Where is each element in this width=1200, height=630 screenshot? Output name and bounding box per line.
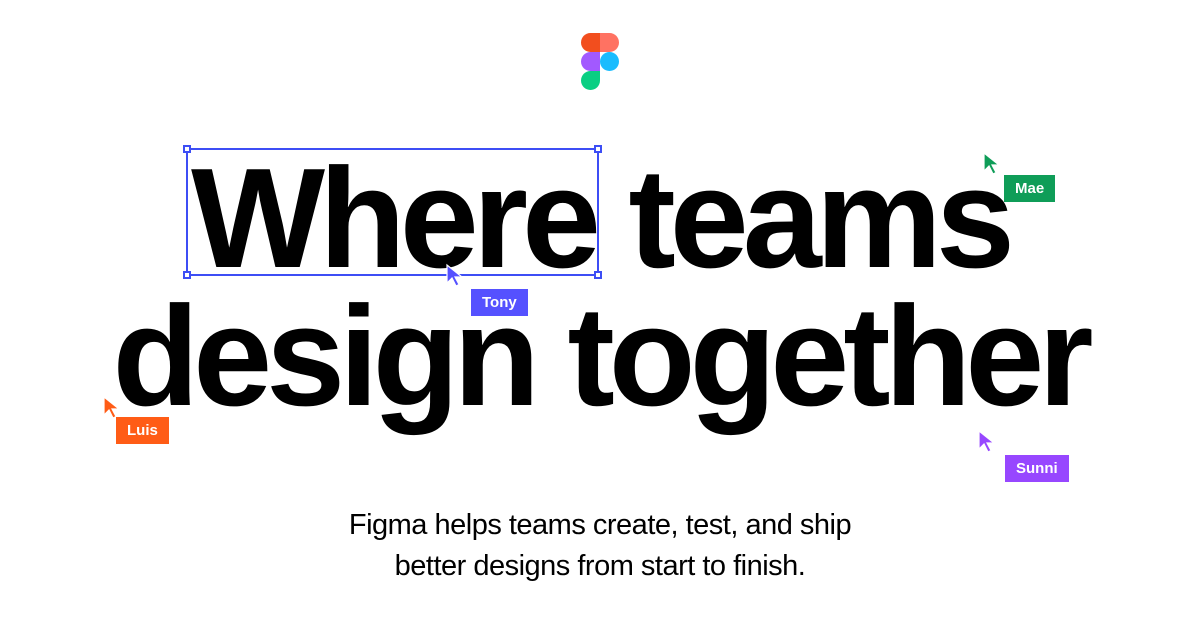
headline-word-3: design together [112, 277, 1087, 436]
subhead-line-2: better designs from start to finish. [0, 546, 1200, 587]
headline-word-1: Where [191, 139, 595, 298]
subhead-line-1: Figma helps teams create, test, and ship [0, 505, 1200, 546]
cursor-label: Luis [116, 417, 169, 444]
cursor-label: Sunni [1005, 455, 1069, 482]
cursor-icon [977, 429, 997, 453]
cursor-icon [982, 151, 1002, 175]
selection-handle-tl [183, 145, 191, 153]
figma-logo-icon [581, 33, 619, 95]
selected-word: Where [191, 150, 595, 288]
cursor-label: Mae [1004, 175, 1055, 202]
cursor-label: Tony [471, 289, 528, 316]
hero-subheadline: Figma helps teams create, test, and ship… [0, 505, 1200, 586]
selection-handle-tr [594, 145, 602, 153]
cursor-icon [445, 263, 465, 287]
headline-word-2: teams [628, 139, 1008, 298]
cursor-icon [102, 395, 122, 419]
